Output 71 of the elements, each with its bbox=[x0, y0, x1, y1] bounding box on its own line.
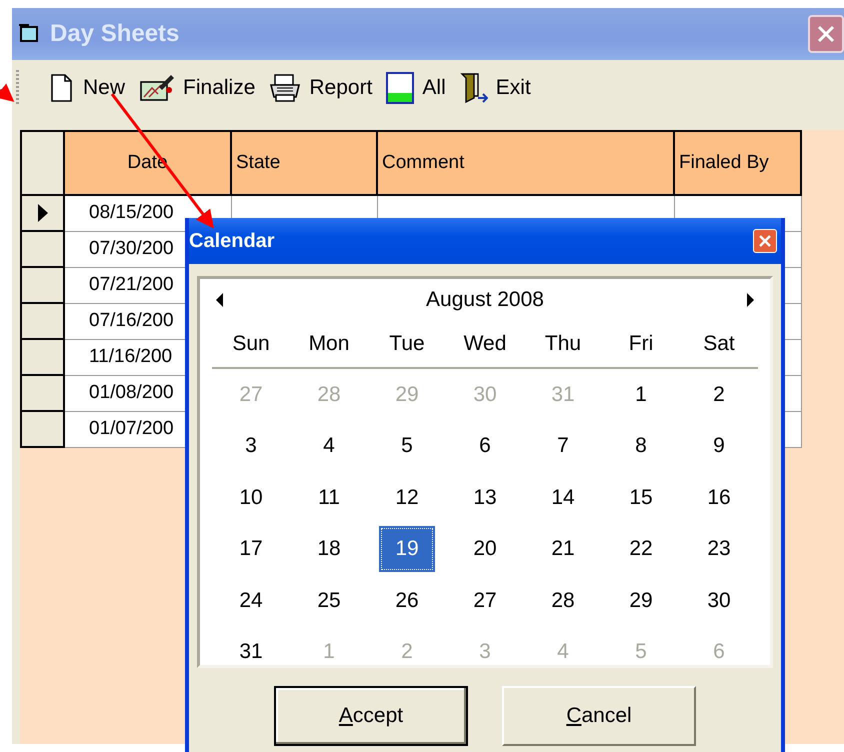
day-cell[interactable]: 19 bbox=[379, 526, 435, 572]
row-selector[interactable] bbox=[21, 231, 64, 267]
day-cell[interactable]: 14 bbox=[535, 474, 591, 521]
left-arrow-icon bbox=[216, 293, 224, 307]
arrow bbox=[0, 83, 14, 102]
pen-sheet-icon bbox=[139, 73, 176, 103]
day-cell[interactable]: 28 bbox=[535, 578, 591, 624]
weekday-label: Thu bbox=[544, 332, 582, 356]
day-cell[interactable]: 23 bbox=[691, 526, 747, 572]
month-title: August 2008 bbox=[425, 288, 545, 312]
weekday-label: Wed bbox=[462, 332, 508, 356]
window-icon bbox=[18, 23, 40, 45]
toolbar-button[interactable]: All bbox=[382, 72, 450, 104]
day-cell[interactable]: 5 bbox=[385, 423, 429, 470]
window-title: Day Sheets bbox=[50, 20, 180, 48]
day-cell[interactable]: 27 bbox=[457, 578, 513, 624]
row-selector[interactable] bbox=[21, 267, 64, 303]
close-icon bbox=[816, 24, 836, 44]
day-cell[interactable]: 31 bbox=[223, 629, 279, 676]
weekday-label: Mon bbox=[308, 332, 350, 356]
dialog-button[interactable]: Cancel bbox=[502, 686, 696, 746]
row-selector[interactable] bbox=[21, 339, 64, 375]
toolbar-grip[interactable] bbox=[16, 70, 19, 106]
day-cell[interactable]: 22 bbox=[613, 526, 669, 572]
day-cell[interactable]: 3 bbox=[229, 423, 273, 470]
day-cell[interactable]: 10 bbox=[223, 474, 279, 521]
day-cell[interactable]: 11 bbox=[302, 474, 356, 521]
day-cell[interactable]: 2 bbox=[697, 372, 741, 418]
day-cell[interactable]: 1 bbox=[619, 372, 663, 418]
day-cell[interactable]: 25 bbox=[301, 578, 357, 624]
column-header[interactable]: Finaled By bbox=[674, 131, 801, 195]
day-cell[interactable]: 13 bbox=[457, 474, 513, 521]
row-selector[interactable] bbox=[21, 411, 64, 447]
toolbar-button[interactable]: Exit bbox=[456, 72, 535, 104]
door-exit-icon bbox=[460, 72, 488, 104]
toolbar-button[interactable]: Report bbox=[265, 73, 376, 103]
day-cell[interactable]: 24 bbox=[223, 578, 279, 624]
row-selector[interactable] bbox=[21, 375, 64, 411]
weekday-label: Sat bbox=[702, 332, 736, 356]
day-cell[interactable]: 7 bbox=[541, 423, 585, 470]
day-cell[interactable]: 21 bbox=[535, 526, 591, 572]
day-cell[interactable]: 20 bbox=[457, 526, 513, 572]
day-cell[interactable]: 4 bbox=[307, 423, 351, 470]
day-cell[interactable]: 18 bbox=[301, 526, 357, 572]
column-header[interactable]: Comment bbox=[377, 131, 674, 195]
weekday-label: Sun bbox=[231, 332, 271, 356]
day-cell[interactable]: 15 bbox=[613, 474, 669, 521]
day-cell[interactable]: 16 bbox=[691, 474, 747, 521]
header-corner bbox=[21, 131, 64, 195]
weekday-label: Fri bbox=[628, 332, 654, 356]
close-button[interactable] bbox=[808, 15, 844, 53]
day-cell[interactable]: 26 bbox=[379, 578, 435, 624]
toolbar-button[interactable]: Finalize bbox=[135, 73, 260, 103]
filled-box-icon bbox=[386, 72, 414, 104]
row-selector[interactable] bbox=[21, 195, 64, 231]
weekday-label: Tue bbox=[388, 332, 426, 356]
dialog-button[interactable]: Accept bbox=[274, 686, 468, 746]
day-cell[interactable]: 12 bbox=[379, 474, 435, 521]
day-cell[interactable]: 6 bbox=[463, 423, 507, 470]
day-cell[interactable]: 9 bbox=[697, 423, 741, 470]
close-icon bbox=[758, 234, 772, 248]
toolbar-button[interactable]: New bbox=[45, 74, 130, 102]
day-cell[interactable]: 29 bbox=[613, 578, 669, 624]
row-selector[interactable] bbox=[21, 303, 64, 339]
printer-icon bbox=[269, 73, 302, 103]
day-cell[interactable]: 30 bbox=[691, 578, 747, 624]
day-cell[interactable]: 8 bbox=[619, 423, 663, 470]
right-arrow-icon bbox=[746, 293, 754, 307]
column-header[interactable]: State bbox=[231, 131, 377, 195]
day-cell[interactable]: 17 bbox=[223, 526, 279, 572]
document-icon bbox=[49, 74, 75, 102]
